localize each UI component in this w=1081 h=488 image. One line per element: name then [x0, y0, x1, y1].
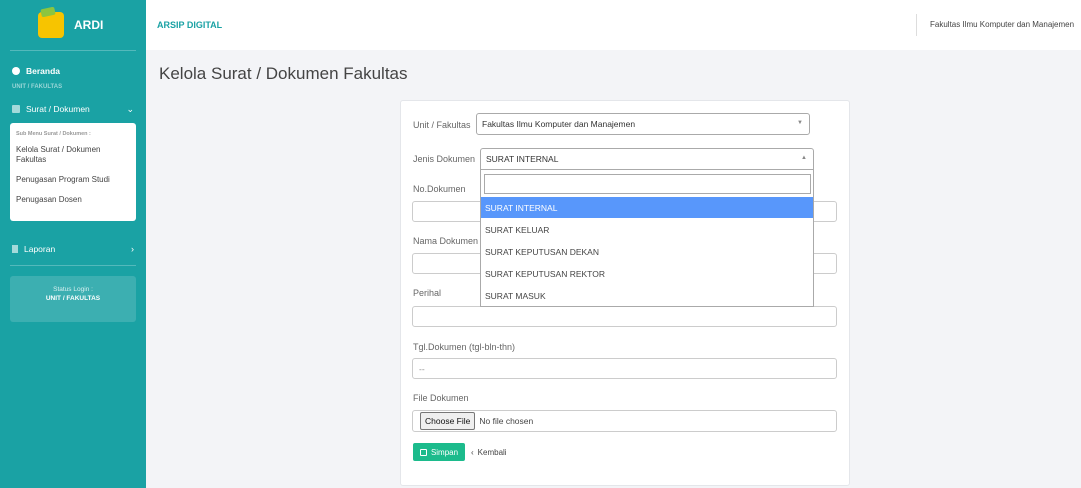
login-status-box: Status Login : UNIT / FAKULTAS — [10, 276, 136, 322]
dashboard-icon — [12, 67, 20, 75]
sidebar: ARDI Beranda UNIT / FAKULTAS Surat / Dok… — [0, 0, 146, 488]
folder-icon — [12, 105, 20, 113]
dropdown-search-input[interactable] — [484, 174, 811, 194]
dropdown-option[interactable]: SURAT MASUK — [481, 285, 813, 306]
jenis-select-value: SURAT INTERNAL — [486, 154, 559, 164]
sidebar-item-label: Laporan — [24, 244, 56, 254]
back-button[interactable]: ‹ Kembali — [471, 443, 507, 461]
brand[interactable]: ARDI — [0, 0, 146, 50]
dropdown-option[interactable]: SURAT KEPUTUSAN REKTOR — [481, 263, 813, 284]
dropdown-option[interactable]: SURAT KELUAR — [481, 219, 813, 240]
login-status-label: Status Login : — [53, 286, 93, 293]
user-menu[interactable]: Fakultas Ilmu Komputer dan Manajemen — [930, 20, 1074, 29]
chevron-down-icon: ▼ — [797, 120, 803, 126]
perihal-input[interactable] — [412, 306, 837, 327]
jenis-select[interactable]: SURAT INTERNAL ▲ — [480, 148, 814, 170]
submenu-title: Sub Menu Surat / Dokumen : — [16, 131, 91, 137]
save-icon — [419, 448, 427, 456]
perihal-label: Perihal — [413, 288, 442, 298]
choose-file-button[interactable]: Choose File — [420, 412, 476, 430]
jenis-label: Jenis Dokumen — [413, 154, 476, 164]
unit-label: Unit / Fakultas — [413, 120, 471, 130]
back-button-label: Kembali — [477, 447, 507, 457]
sidebar-item-laporan[interactable]: Laporan › — [0, 239, 146, 259]
dropdown-option[interactable]: SURAT INTERNAL — [481, 197, 813, 218]
submenu-item-penugasan-dosen[interactable]: Penugasan Dosen — [16, 195, 130, 205]
sidebar-divider — [10, 265, 136, 266]
chevron-up-icon: ▲ — [801, 155, 807, 161]
chevron-left-icon: ‹ — [471, 447, 474, 457]
unit-select[interactable]: Fakultas Ilmu Komputer dan Manajemen ▼ — [476, 113, 810, 135]
submenu-item-penugasan-prodi[interactable]: Penugasan Program Studi — [16, 175, 130, 185]
brand-logo-icon — [38, 12, 64, 38]
chevron-down-icon: ⌄ — [126, 103, 134, 114]
sidebar-section-heading: UNIT / FAKULTAS — [12, 84, 63, 90]
jenis-dropdown: SURAT INTERNAL SURAT KELUAR SURAT KEPUTU… — [480, 170, 814, 307]
surat-submenu: Sub Menu Surat / Dokumen : Kelola Surat … — [10, 123, 136, 221]
topbar: ARSIP DIGITAL Fakultas Ilmu Komputer dan… — [146, 0, 1081, 50]
app-title: ARSIP DIGITAL — [157, 20, 223, 30]
login-status-value: UNIT / FAKULTAS — [45, 295, 101, 302]
submenu-item-kelola[interactable]: Kelola Surat / Dokumen Fakultas — [16, 145, 130, 165]
chevron-right-icon: › — [131, 244, 134, 254]
sidebar-divider — [10, 50, 136, 51]
unit-select-value: Fakultas Ilmu Komputer dan Manajemen — [482, 119, 636, 129]
tgl-dokumen-input[interactable]: -- — [412, 358, 837, 379]
save-button-label: Simpan — [430, 447, 459, 457]
sidebar-item-surat[interactable]: Surat / Dokumen ⌄ — [0, 99, 146, 119]
sidebar-item-beranda[interactable]: Beranda — [0, 61, 146, 81]
file-dokumen-label: File Dokumen — [413, 393, 469, 403]
no-dokumen-label: No.Dokumen — [413, 184, 466, 194]
nama-dokumen-label: Nama Dokumen — [413, 236, 479, 246]
topbar-divider — [916, 14, 917, 36]
file-status: No file chosen — [479, 416, 534, 426]
brand-name: ARDI — [74, 18, 104, 32]
file-input[interactable]: Choose File No file chosen — [412, 410, 837, 432]
sidebar-item-label: Surat / Dokumen — [26, 104, 90, 114]
dropdown-option[interactable]: SURAT KEPUTUSAN DEKAN — [481, 241, 813, 262]
file-icon — [12, 245, 18, 253]
tgl-dokumen-label: Tgl.Dokumen (tgl-bln-thn) — [413, 342, 516, 352]
page-title: Kelola Surat / Dokumen Fakultas — [159, 64, 408, 83]
save-button[interactable]: Simpan — [413, 443, 465, 461]
sidebar-item-label: Beranda — [26, 66, 61, 76]
